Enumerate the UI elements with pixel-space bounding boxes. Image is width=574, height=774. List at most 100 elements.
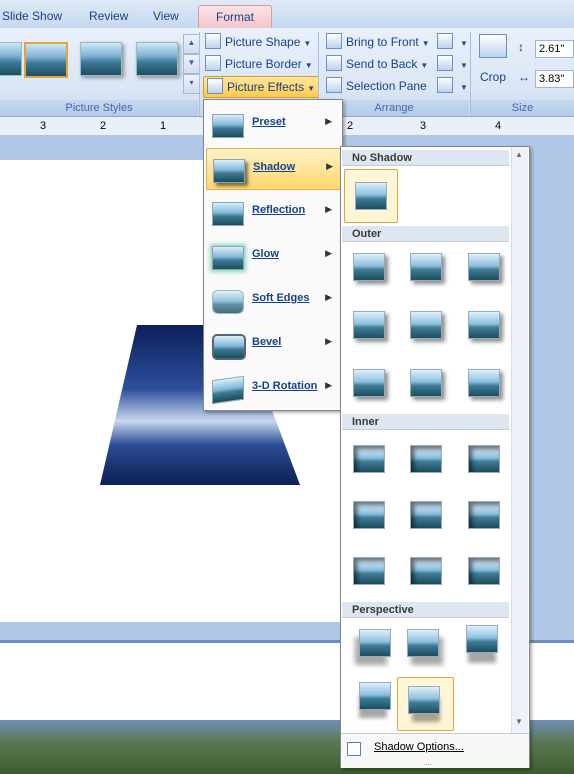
shadow-option-none-selected[interactable]	[344, 169, 398, 223]
group-divider	[199, 32, 200, 116]
scroll-up-icon[interactable]: ▲	[515, 150, 523, 159]
chevron-down-icon: ▼	[420, 61, 429, 70]
picture-style-thumb[interactable]	[80, 42, 122, 76]
crop-button[interactable]: Crop	[474, 32, 512, 94]
tab-review[interactable]: Review	[89, 5, 139, 28]
chevron-right-icon: ▶	[325, 292, 332, 302]
crop-icon	[479, 34, 507, 58]
shadow-options-icon	[347, 742, 361, 756]
bring-to-front-icon	[326, 33, 342, 49]
shadow-option-perspective[interactable]	[359, 629, 391, 657]
preset-icon	[212, 114, 244, 138]
scroll-down-icon[interactable]: ▼	[515, 717, 523, 726]
chevron-right-icon: ▶	[325, 380, 332, 390]
gallery-up-button[interactable]: ▲	[183, 34, 200, 54]
shadow-option-inner[interactable]	[353, 557, 385, 585]
group-icon	[437, 55, 453, 71]
shadow-option-perspective[interactable]	[359, 682, 391, 710]
selection-pane-icon	[326, 77, 342, 93]
rotate-button[interactable]: ▼	[437, 76, 468, 96]
gallery-header-inner: Inner	[342, 414, 509, 430]
ruler-mark: 4	[495, 120, 502, 132]
shadow-option-inner[interactable]	[410, 445, 442, 473]
width-icon: ↔	[518, 70, 530, 84]
gallery-scrollbar[interactable]: ▲ ▼	[511, 147, 528, 733]
picture-style-thumb[interactable]	[0, 42, 22, 76]
menu-item-shadow[interactable]: Shadow ▶	[206, 148, 342, 190]
shadow-option-outer[interactable]	[410, 369, 442, 397]
shadow-option-inner[interactable]	[410, 557, 442, 585]
ruler-mark: 2	[347, 120, 354, 132]
picture-shape-icon	[205, 33, 221, 49]
gallery-down-button[interactable]: ▼	[183, 54, 200, 74]
shadow-option-perspective[interactable]	[407, 629, 439, 657]
chevron-right-icon: ▶	[326, 161, 333, 171]
shadow-option-outer[interactable]	[353, 311, 385, 339]
chevron-down-icon: ▼	[460, 83, 468, 92]
glow-icon	[212, 246, 244, 270]
picture-style-thumb-selected[interactable]	[24, 42, 68, 78]
menu-item-reflection[interactable]: Reflection ▶	[206, 192, 340, 232]
menu-item-preset[interactable]: Preset ▶	[206, 104, 340, 144]
shadow-option-inner[interactable]	[353, 501, 385, 529]
gallery-more-button[interactable]: ▾	[183, 74, 200, 94]
tab-slide-show[interactable]: Slide Show	[2, 5, 72, 28]
rotate-icon	[437, 77, 453, 93]
menu-item-soft-edges[interactable]: Soft Edges ▶	[206, 280, 340, 320]
resize-grip-icon[interactable]: ....	[423, 758, 432, 767]
shadow-option-outer[interactable]	[353, 253, 385, 281]
shadow-option-inner[interactable]	[353, 445, 385, 473]
group-button[interactable]: ▼	[437, 54, 468, 74]
shadow-option-inner[interactable]	[468, 445, 500, 473]
tab-view[interactable]: View	[153, 5, 193, 28]
chevron-down-icon: ▼	[421, 39, 430, 48]
shadow-gallery: No Shadow Outer Inner Perspective ▲ ▼ Sh…	[340, 146, 530, 768]
shadow-option-perspective[interactable]	[466, 625, 498, 653]
group-label-size: Size	[471, 100, 574, 116]
shadow-options-item[interactable]: Shadow Options... ....	[341, 733, 529, 768]
send-to-back-icon	[326, 55, 342, 71]
shadow-preview	[355, 182, 387, 210]
shadow-option-outer[interactable]	[410, 311, 442, 339]
bring-to-front-button[interactable]: Bring to Front ▼	[326, 32, 430, 52]
align-button[interactable]: ▼	[437, 32, 468, 52]
bevel-icon	[212, 334, 246, 360]
menu-item-bevel[interactable]: Bevel ▶	[206, 324, 340, 364]
chevron-down-icon: ▼	[303, 39, 312, 48]
tab-format[interactable]: Format	[198, 5, 272, 29]
chevron-down-icon: ▼	[460, 61, 468, 70]
shadow-option-inner[interactable]	[468, 557, 500, 585]
picture-shape-button[interactable]: Picture Shape ▼	[205, 32, 311, 52]
height-field[interactable]: 2.61"	[535, 40, 574, 58]
rotation-3d-icon	[212, 375, 244, 405]
width-field[interactable]: 3.83"	[535, 70, 574, 88]
chevron-right-icon: ▶	[325, 248, 332, 258]
gallery-header-no-shadow: No Shadow	[342, 150, 509, 166]
shadow-option-inner[interactable]	[468, 501, 500, 529]
send-to-back-button[interactable]: Send to Back ▼	[326, 54, 428, 74]
picture-border-icon	[205, 55, 221, 71]
soft-edges-icon	[212, 290, 244, 314]
reflection-icon	[212, 202, 244, 226]
height-icon: ↕	[518, 40, 524, 54]
shadow-option-outer[interactable]	[410, 253, 442, 281]
gallery-header-perspective: Perspective	[342, 602, 509, 618]
menu-item-glow[interactable]: Glow ▶	[206, 236, 340, 276]
picture-style-thumb[interactable]	[136, 42, 178, 76]
picture-effects-button[interactable]: Picture Effects ▼	[203, 76, 320, 98]
ruler-mark: 3	[40, 120, 47, 132]
chevron-right-icon: ▶	[325, 336, 332, 346]
shadow-option-outer[interactable]	[353, 369, 385, 397]
menu-item-3d-rotation[interactable]: 3-D Rotation ▶	[206, 368, 340, 408]
gallery-header-outer: Outer	[342, 226, 509, 242]
chevron-right-icon: ▶	[325, 204, 332, 214]
selection-pane-button[interactable]: Selection Pane	[326, 76, 427, 96]
shadow-option-outer[interactable]	[468, 369, 500, 397]
shadow-icon	[213, 159, 245, 183]
shadow-option-outer[interactable]	[468, 311, 500, 339]
shadow-option-outer[interactable]	[468, 253, 500, 281]
ruler-mark: 2	[100, 120, 107, 132]
shadow-option-inner[interactable]	[410, 501, 442, 529]
picture-border-button[interactable]: Picture Border ▼	[205, 54, 313, 74]
shadow-option-perspective-hover[interactable]	[397, 677, 454, 731]
